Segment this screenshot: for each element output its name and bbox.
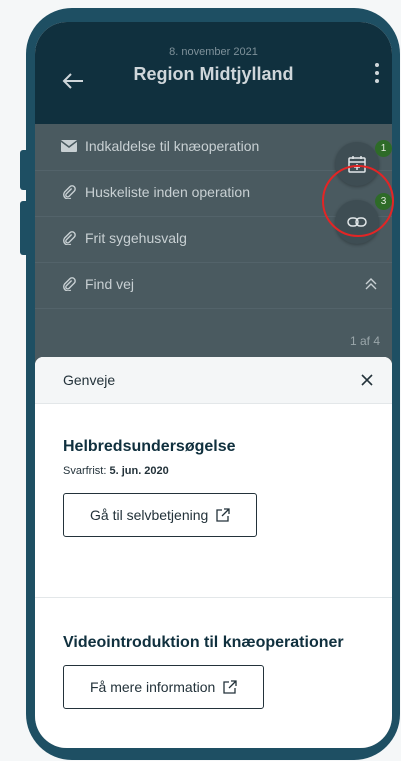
app-header: 8. november 2021 Region Midtjylland [35, 22, 392, 124]
phone-screen: 8. november 2021 Region Midtjylland Indk… [35, 22, 392, 748]
self-service-button[interactable]: Gå til selvbetjening [63, 493, 258, 537]
chevron-up-icon[interactable] [364, 277, 378, 291]
list-item-label: Frit sygehusvalg [85, 230, 187, 246]
header-date: 8. november 2021 [169, 46, 258, 58]
external-link-icon [223, 680, 237, 694]
shortcut-section: Videointroduktion til knæoperationer Få … [63, 633, 373, 709]
highlight-circle [322, 165, 394, 237]
page-indicator: 1 af 4 [349, 334, 380, 348]
sheet-title: Genveje [63, 372, 116, 388]
deadline-value: 5. jun. 2020 [109, 465, 169, 477]
header-title: Region Midtjylland [133, 64, 294, 84]
deadline-label: Svarfrist: [63, 465, 107, 477]
paperclip-icon [63, 185, 76, 199]
section-divider [35, 597, 392, 598]
paperclip-icon [63, 231, 76, 245]
calendar-count-badge: 1 [375, 140, 392, 157]
shortcuts-sheet: Genveje Helbredsundersøgelse Svarfrist: … [35, 357, 392, 748]
section-heading: Videointroduktion til knæoperationer [63, 634, 344, 651]
more-options-icon[interactable] [372, 63, 382, 89]
button-label: Gå til selvbetjening [90, 507, 209, 523]
more-info-button[interactable]: Få mere information [63, 665, 265, 709]
deadline-text: Svarfrist: 5. jun. 2020 [63, 465, 373, 477]
list-item-label: Indkaldelse til knæoperation [85, 138, 260, 154]
button-label: Få mere information [90, 679, 216, 695]
list-item-label: Huskeliste inden operation [85, 184, 250, 200]
list-item-label: Find vej [85, 276, 135, 292]
envelope-icon [61, 140, 77, 152]
sheet-header: Genveje [35, 357, 392, 404]
shortcut-section: Helbredsundersøgelse Svarfrist: 5. jun. … [63, 437, 373, 537]
back-arrow-icon[interactable] [61, 71, 85, 91]
external-link-icon [216, 508, 230, 522]
close-icon[interactable] [360, 373, 374, 387]
section-heading: Helbredsundersøgelse [63, 438, 236, 455]
list-item[interactable]: Find vej [35, 262, 392, 309]
paperclip-icon [63, 277, 76, 291]
